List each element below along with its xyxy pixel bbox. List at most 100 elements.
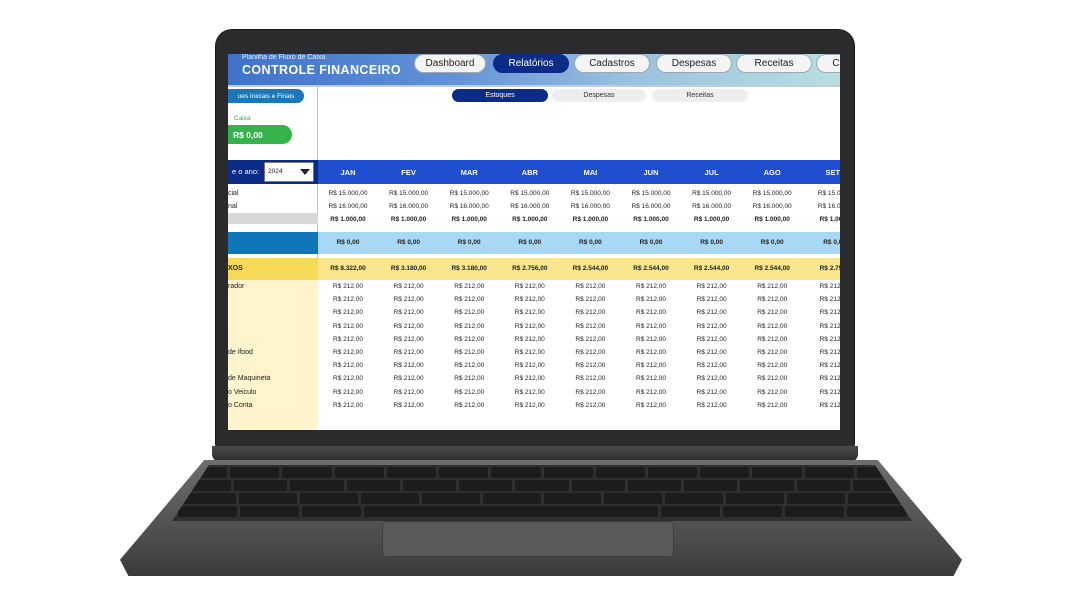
item-row-cell: R$ 212,00 — [696, 388, 727, 396]
item-row-cell: R$ 212,00 — [393, 362, 424, 370]
saldo-inicial-cell: R$ 15.000,00 — [449, 190, 489, 197]
saldo-inicial-cell: R$ 15.000,00 — [328, 190, 368, 197]
item-row-cell: R$ 212,00 — [393, 309, 424, 317]
saldo-inicial-cell: R$ 15.000,00 — [570, 190, 610, 197]
item-row-cell: R$ 212,0 — [819, 283, 840, 290]
blue-band-cell: R$ 0,00 — [639, 239, 663, 246]
fluxos-cell: R$ 2.756 — [819, 265, 840, 272]
fluxos-cell: R$ 2.544,00 — [633, 265, 669, 272]
item-row-cell: R$ 212,00 — [514, 296, 545, 304]
item-row-cell: R$ 212,00 — [757, 296, 788, 304]
blue-band-label — [228, 232, 318, 254]
item-row-cell: R$ 212,00 — [514, 349, 545, 356]
item-row-cell: R$ 212,00 — [757, 283, 788, 290]
blue-band-cell: R$ 0,00 — [457, 239, 481, 246]
item-row-cell: R$ 212,0 — [819, 401, 840, 409]
item-row-cell: R$ 212,00 — [514, 388, 545, 396]
item-row-cell: R$ 212,00 — [393, 296, 424, 304]
fluxos-cell: R$ 3.180,00 — [390, 265, 427, 272]
saldo-inicial-cell: R$ 15.000,00 — [692, 190, 732, 197]
nav-receitas-button[interactable]: Receitas — [736, 54, 812, 73]
nav-more-button[interactable]: C — [816, 54, 840, 73]
item-row-cell: R$ 212,00 — [393, 375, 424, 383]
item-row-cell: R$ 212,00 — [514, 309, 545, 317]
item-row-cell: R$ 212,00 — [393, 322, 424, 330]
month-header-mai: MAI — [583, 167, 598, 177]
item-row-cell: R$ 212,00 — [514, 335, 545, 343]
item-row-cell: R$ 212,00 — [696, 362, 727, 370]
item-row-cell: R$ 212,00 — [696, 375, 727, 383]
year-label: e o ano: — [232, 167, 260, 176]
month-header-jul: JUL — [704, 167, 719, 177]
saldo-final-cell: R$ 16.000 — [817, 203, 840, 210]
subtab-receitas[interactable]: Receitas — [652, 89, 748, 102]
caixa-label: Caixa — [234, 115, 251, 122]
item-row-label: de Maquineta — [228, 375, 271, 383]
saldo-final-cell: R$ 16.000,00 — [328, 203, 368, 210]
month-header-ago: AGO — [763, 167, 781, 177]
item-row-cell: R$ 212,00 — [454, 388, 485, 396]
item-row-cell: R$ 212,00 — [575, 388, 606, 396]
subtab-estoques[interactable]: Estoques — [452, 89, 548, 102]
item-row-cell: R$ 212,00 — [454, 349, 485, 356]
month-header-jun: JUN — [643, 167, 659, 177]
item-row-cell: R$ 212,00 — [514, 283, 545, 290]
item-row-cell: R$ 212,00 — [333, 322, 363, 330]
item-row-cell: R$ 212,00 — [636, 375, 666, 383]
subtab-despesas[interactable]: Despesas — [552, 89, 646, 102]
item-row-cell: R$ 212,00 — [757, 388, 788, 396]
item-row-label: o Veiculo — [228, 388, 257, 396]
fluxos-cell: R$ 3.180,00 — [451, 265, 487, 272]
diferenca-cell: R$ 1.000,00 — [512, 216, 548, 223]
header-separator — [228, 85, 840, 87]
item-row-cell: R$ 212,0 — [819, 388, 840, 396]
saldos-iniciais-finais-button[interactable]: ues Iniciais e Finais — [228, 89, 304, 103]
item-row-cell: R$ 212,00 — [333, 388, 363, 396]
nav-relatorios-button[interactable]: Relatórios — [493, 54, 569, 73]
saldo-inicial-cell: R$ 15.000,00 — [389, 190, 429, 197]
row-label-diferenca — [228, 213, 318, 224]
item-row-cell: R$ 212,00 — [454, 375, 485, 383]
fluxos-cell: R$ 2.756,00 — [512, 265, 548, 272]
item-row-cell: R$ 212,00 — [454, 283, 485, 290]
month-header-fev: FEV — [401, 167, 416, 177]
item-row-label: de ifood — [228, 349, 253, 356]
row-label-saldo-final: nal — [228, 203, 238, 210]
fluxos-cell: R$ 2.544,00 — [572, 265, 609, 272]
item-row-cell: R$ 212,00 — [636, 296, 666, 304]
item-row-cell: R$ 212,00 — [696, 335, 727, 343]
item-row-cell: R$ 212,00 — [575, 309, 606, 317]
item-row-cell: R$ 212,00 — [514, 362, 545, 370]
diferenca-cell: R$ 1.000,00 — [390, 216, 427, 223]
diferenca-cell: R$ 1.000,00 — [633, 216, 669, 223]
nav-cadastros-button[interactable]: Cadastros — [574, 54, 650, 73]
item-row-cell: R$ 212,00 — [393, 335, 424, 343]
year-select[interactable]: 2024 — [264, 162, 314, 182]
blue-band-cell: R$ 0,00 — [760, 239, 784, 246]
item-row-cell: R$ 212,00 — [393, 401, 424, 409]
item-row-cell: R$ 212,00 — [514, 401, 545, 409]
item-row-cell: R$ 212,00 — [454, 335, 485, 343]
item-row-cell: R$ 212,00 — [454, 296, 485, 304]
laptop-keyboard — [172, 465, 912, 521]
item-row-cell: R$ 212,00 — [757, 362, 788, 370]
blue-band-cell: R$ 0,00 — [579, 239, 602, 246]
laptop-touchpad — [382, 521, 674, 557]
item-row-cell: R$ 212,00 — [333, 349, 363, 356]
item-row-cell: R$ 212,00 — [575, 362, 606, 370]
item-row-cell: R$ 212,00 — [696, 322, 727, 330]
item-row-cell: R$ 212,00 — [696, 309, 727, 317]
item-row-cell: R$ 212,00 — [333, 375, 363, 383]
nav-dashboard-button[interactable]: Dashboard — [414, 54, 486, 73]
app-subtitle: Planilha de Fluxo de Caixa — [242, 54, 326, 61]
nav-despesas-button[interactable]: Despesas — [656, 54, 732, 73]
item-row-cell: R$ 212,00 — [636, 283, 666, 290]
item-row-cell: R$ 212,00 — [696, 296, 727, 304]
item-row-cell: R$ 212,00 — [454, 362, 485, 370]
dropdown-arrow-icon[interactable] — [300, 169, 310, 175]
diferenca-cell: R$ 1.000,00 — [451, 216, 487, 223]
item-row-cell: R$ 212,00 — [393, 388, 424, 396]
item-row-cell: R$ 212,00 — [575, 349, 606, 356]
item-row-cell: R$ 212,00 — [636, 362, 666, 370]
item-row-label: rador — [228, 283, 245, 290]
